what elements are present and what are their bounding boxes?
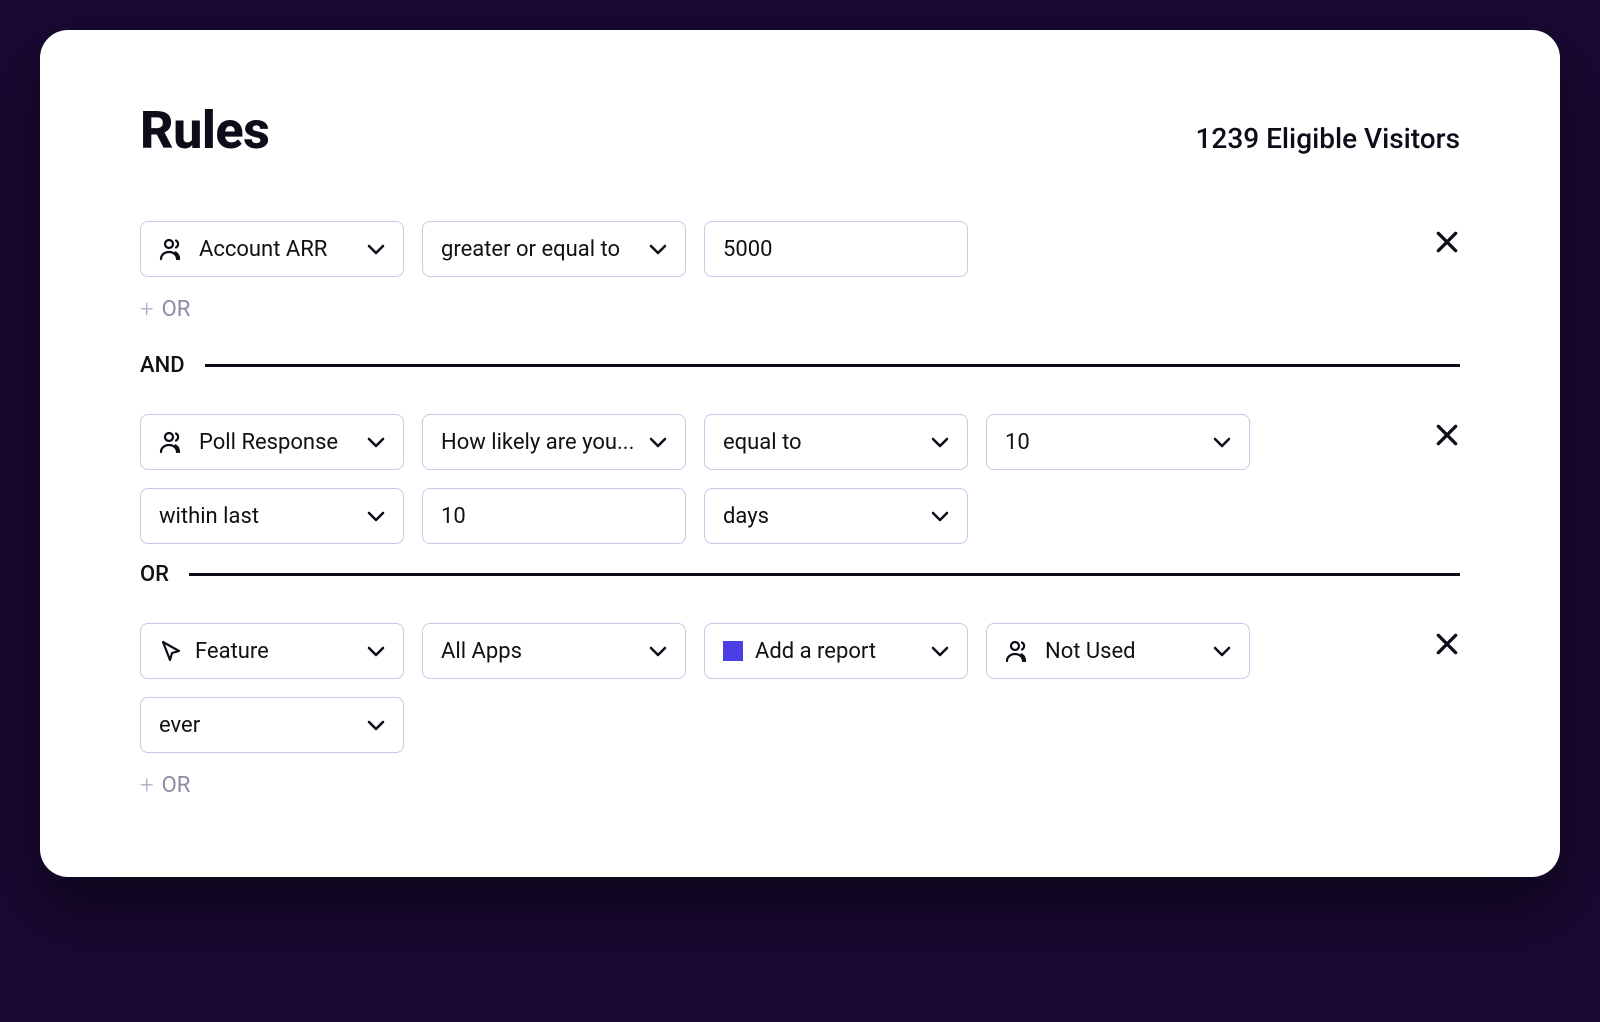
chevron-down-icon (367, 719, 385, 731)
value-input[interactable]: 5000 (704, 221, 968, 277)
chevron-down-icon (931, 645, 949, 657)
time-value-text: 10 (441, 504, 466, 529)
close-icon (1434, 631, 1460, 657)
operator-select[interactable]: greater or equal to (422, 221, 686, 277)
rule-group-2: Poll Response How likely are you... equa… (140, 414, 1460, 544)
and-separator: AND (140, 353, 1460, 378)
attribute-label: Account ARR (199, 237, 327, 262)
feature-label: Add a report (755, 639, 876, 664)
and-label: AND (140, 353, 185, 378)
scope-select[interactable]: All Apps (422, 623, 686, 679)
plus-icon: + (140, 771, 154, 799)
rules-card: Rules 1239 Eligible Visitors Account ARR… (40, 30, 1560, 877)
separator-line (205, 364, 1460, 367)
poll-question-label: How likely are you... (441, 430, 634, 455)
or-label: OR (162, 773, 191, 798)
chevron-down-icon (649, 645, 667, 657)
rule-group-1: Account ARR greater or equal to 5000 + O… (140, 221, 1460, 323)
page-title: Rules (140, 100, 269, 161)
header-row: Rules 1239 Eligible Visitors (140, 100, 1460, 161)
people-icon (159, 430, 187, 454)
rule-row: within last 10 days (140, 488, 1400, 544)
chevron-down-icon (931, 436, 949, 448)
operator-label: greater or equal to (441, 237, 620, 262)
remove-rule-button[interactable] (1434, 631, 1460, 657)
chevron-down-icon (931, 510, 949, 522)
chevron-down-icon (367, 510, 385, 522)
feature-color-swatch (723, 641, 743, 661)
chevron-down-icon (1213, 645, 1231, 657)
remove-rule-button[interactable] (1434, 229, 1460, 255)
close-icon (1434, 229, 1460, 255)
chevron-down-icon (367, 243, 385, 255)
time-unit-label: days (723, 504, 769, 529)
time-select[interactable]: ever (140, 697, 404, 753)
chevron-down-icon (1213, 436, 1231, 448)
remove-rule-button[interactable] (1434, 422, 1460, 448)
value-select[interactable]: 10 (986, 414, 1250, 470)
rule-group-3: Feature All Apps Add a report (140, 623, 1460, 799)
chevron-down-icon (367, 645, 385, 657)
attribute-select[interactable]: Account ARR (140, 221, 404, 277)
value-text: 5000 (723, 237, 772, 262)
usage-label: Not Used (1045, 639, 1136, 664)
time-value-input[interactable]: 10 (422, 488, 686, 544)
eligible-visitors-count: 1239 Eligible Visitors (1195, 122, 1460, 155)
add-or-button[interactable]: + OR (140, 295, 1400, 323)
operator-select[interactable]: equal to (704, 414, 968, 470)
chevron-down-icon (367, 436, 385, 448)
scope-label: All Apps (441, 639, 522, 664)
people-icon (159, 237, 187, 261)
operator-label: equal to (723, 430, 802, 455)
people-icon (1005, 639, 1033, 663)
separator-line (189, 573, 1460, 576)
rule-row: Feature All Apps Add a report (140, 623, 1400, 679)
rule-type-label: Feature (195, 639, 269, 664)
time-unit-select[interactable]: days (704, 488, 968, 544)
chevron-down-icon (649, 243, 667, 255)
value-label: 10 (1005, 430, 1030, 455)
or-separator: OR (140, 562, 1460, 587)
usage-select[interactable]: Not Used (986, 623, 1250, 679)
time-label: ever (159, 713, 200, 738)
chevron-down-icon (649, 436, 667, 448)
rule-row: ever (140, 697, 1400, 753)
rule-type-select[interactable]: Feature (140, 623, 404, 679)
or-label: OR (162, 297, 191, 322)
time-relation-label: within last (159, 504, 259, 529)
plus-icon: + (140, 295, 154, 323)
feature-select[interactable]: Add a report (704, 623, 968, 679)
or-label: OR (140, 562, 169, 587)
poll-question-select[interactable]: How likely are you... (422, 414, 686, 470)
add-or-button[interactable]: + OR (140, 771, 1400, 799)
time-relation-select[interactable]: within last (140, 488, 404, 544)
cursor-icon (159, 639, 183, 663)
attribute-select[interactable]: Poll Response (140, 414, 404, 470)
rule-row: Poll Response How likely are you... equa… (140, 414, 1400, 470)
close-icon (1434, 422, 1460, 448)
attribute-label: Poll Response (199, 430, 338, 455)
rule-row: Account ARR greater or equal to 5000 (140, 221, 1400, 277)
